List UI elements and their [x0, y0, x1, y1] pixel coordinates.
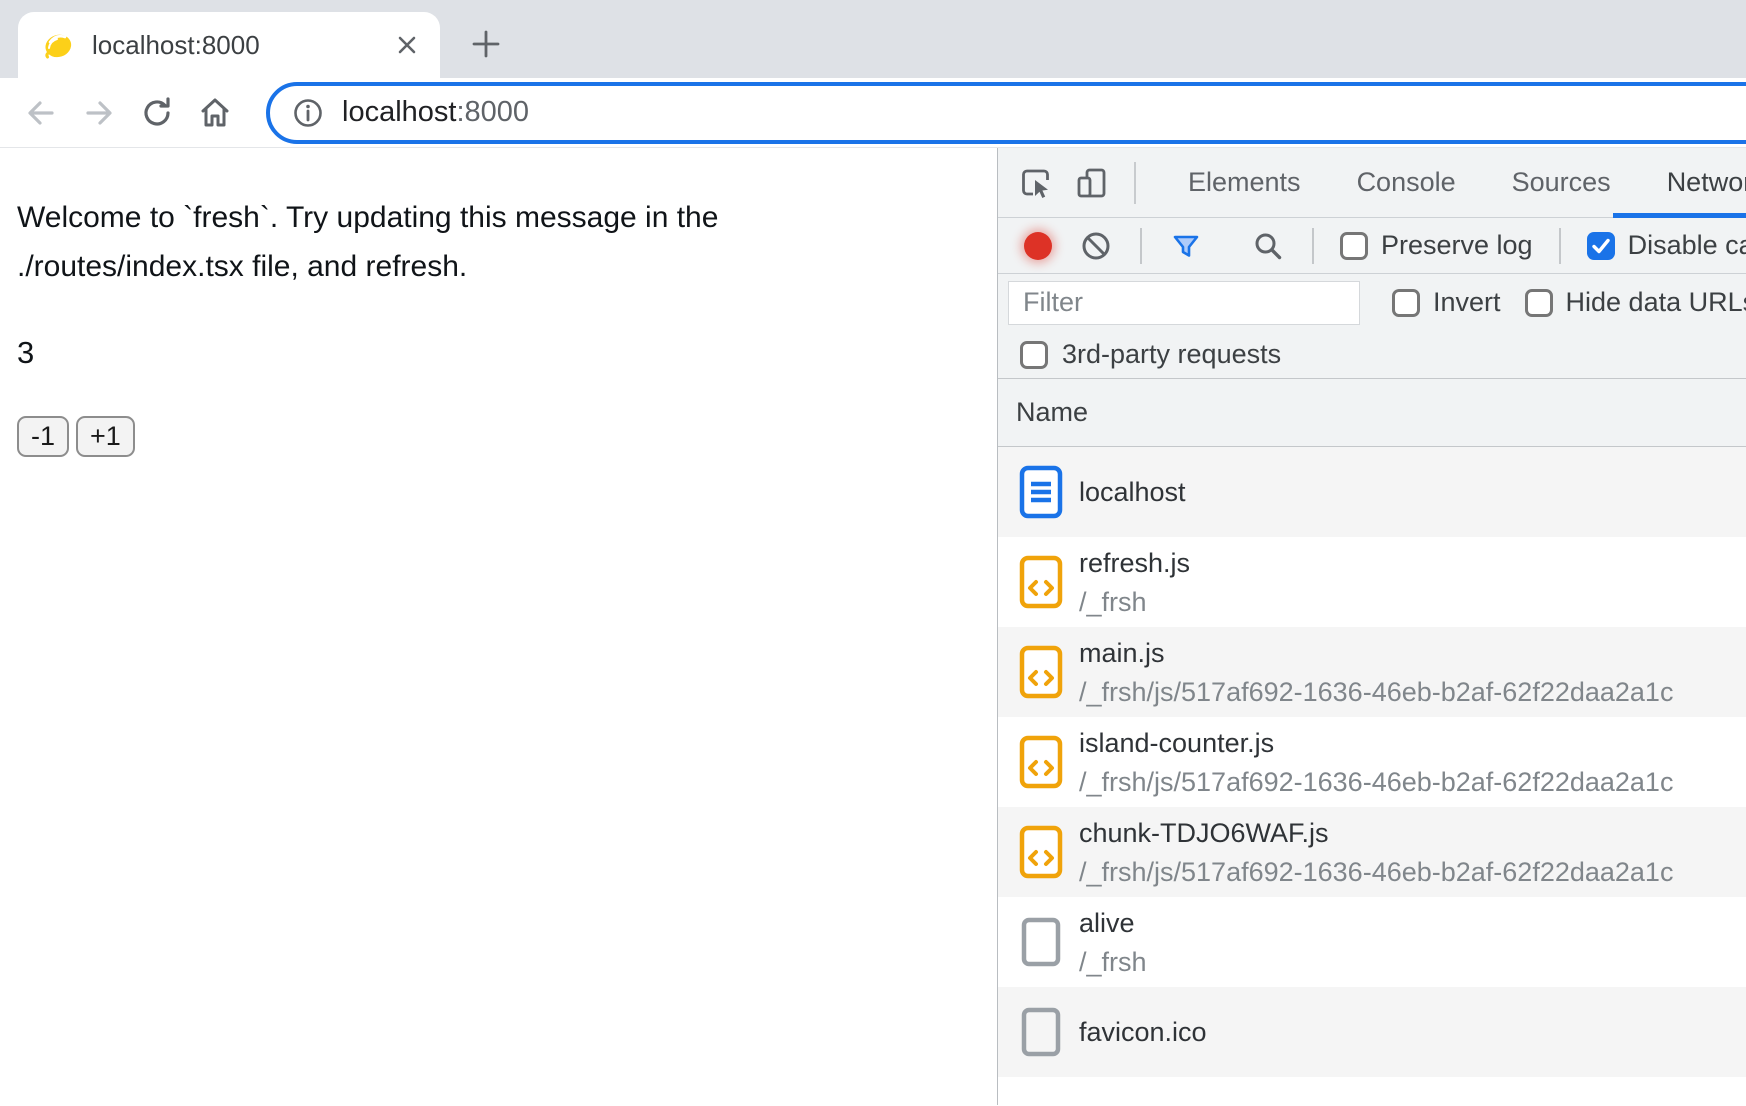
request-row[interactable]: island-counter.js /_frsh/js/517af692-163… — [998, 717, 1746, 807]
filter-input[interactable] — [1008, 281, 1360, 325]
toolbar-divider — [1559, 228, 1561, 264]
filter-funnel-icon[interactable] — [1168, 228, 1204, 264]
welcome-message: Welcome to `fresh`. Try updating this me… — [17, 193, 827, 291]
request-row[interactable]: favicon.ico — [998, 987, 1746, 1077]
request-path: /_frsh — [1079, 584, 1190, 620]
request-row[interactable]: alive /_frsh — [998, 897, 1746, 987]
tab-strip: localhost:8000 — [0, 0, 1746, 78]
invert-option[interactable]: Invert — [1392, 287, 1501, 318]
request-path: /_frsh/js/517af692-1636-46eb-b2af-62f22d… — [1079, 674, 1673, 710]
document-icon — [1019, 464, 1063, 520]
request-row[interactable]: chunk-TDJO6WAF.js /_frsh/js/517af692-163… — [998, 807, 1746, 897]
search-icon[interactable] — [1250, 228, 1286, 264]
reload-icon[interactable] — [138, 94, 176, 132]
preserve-log-option[interactable]: Preserve log — [1340, 230, 1533, 261]
decrement-button[interactable]: -1 — [17, 416, 69, 457]
request-path: /_frsh/js/517af692-1636-46eb-b2af-62f22d… — [1079, 854, 1673, 890]
request-name: localhost — [1079, 474, 1186, 510]
request-path: /_frsh/js/517af692-1636-46eb-b2af-62f22d… — [1079, 764, 1673, 800]
request-name: refresh.js — [1079, 545, 1190, 581]
request-name: chunk-TDJO6WAF.js — [1079, 815, 1673, 851]
network-toolbar: Preserve log Disable cache — [998, 218, 1746, 274]
url-text: localhost:8000 — [342, 96, 529, 129]
web-page-content: Welcome to `fresh`. Try updating this me… — [0, 148, 997, 1105]
disable-cache-label: Disable cache — [1628, 230, 1746, 261]
toolbar-divider — [1134, 162, 1136, 204]
toolbar-divider — [1140, 228, 1142, 264]
network-request-list: localhost refresh.js /_frsh — [998, 447, 1746, 1105]
request-name: main.js — [1079, 635, 1673, 671]
third-party-requests-option[interactable]: 3rd-party requests — [998, 331, 1746, 378]
home-icon[interactable] — [196, 94, 234, 132]
request-name: alive — [1079, 905, 1147, 941]
request-name: island-counter.js — [1079, 725, 1673, 761]
record-icon[interactable] — [1024, 232, 1052, 260]
inspect-cursor-icon[interactable] — [1018, 165, 1054, 201]
third-party-requests-label: 3rd-party requests — [1062, 339, 1281, 370]
clear-icon[interactable] — [1078, 228, 1114, 264]
invert-label: Invert — [1433, 287, 1501, 318]
address-bar[interactable]: localhost:8000 — [266, 82, 1746, 144]
script-icon — [1019, 734, 1063, 790]
tab-sources[interactable]: Sources — [1484, 148, 1639, 217]
preserve-log-checkbox[interactable] — [1340, 232, 1368, 260]
request-row[interactable]: main.js /_frsh/js/517af692-1636-46eb-b2a… — [998, 627, 1746, 717]
script-icon — [1019, 554, 1063, 610]
tab-console[interactable]: Console — [1329, 148, 1484, 217]
request-row[interactable]: refresh.js /_frsh — [998, 537, 1746, 627]
request-name: favicon.ico — [1079, 1014, 1207, 1050]
counter-value: 3 — [17, 335, 997, 371]
file-icon — [1019, 1004, 1063, 1060]
tab-close-icon[interactable] — [390, 28, 424, 62]
script-icon — [1019, 824, 1063, 880]
network-filter-bar: Invert Hide data URLs — [998, 274, 1746, 331]
disable-cache-checkbox[interactable] — [1587, 232, 1615, 260]
script-icon — [1019, 644, 1063, 700]
preserve-log-label: Preserve log — [1381, 230, 1533, 261]
back-icon[interactable] — [22, 94, 60, 132]
tab-elements[interactable]: Elements — [1160, 148, 1329, 217]
counter-buttons: -1 +1 — [17, 416, 997, 457]
site-info-icon[interactable] — [292, 97, 324, 129]
lemon-favicon-icon — [42, 29, 74, 61]
browser-tab[interactable]: localhost:8000 — [18, 12, 440, 78]
toolbar-divider — [1312, 228, 1314, 264]
hide-data-urls-option[interactable]: Hide data URLs — [1525, 287, 1746, 318]
new-tab-icon[interactable] — [466, 24, 506, 64]
file-icon — [1019, 914, 1063, 970]
invert-checkbox[interactable] — [1392, 289, 1420, 317]
tab-title: localhost:8000 — [92, 30, 390, 61]
hide-data-urls-label: Hide data URLs — [1566, 287, 1746, 318]
hide-data-urls-checkbox[interactable] — [1525, 289, 1553, 317]
disable-cache-option[interactable]: Disable cache — [1587, 230, 1746, 261]
third-party-requests-checkbox[interactable] — [1020, 341, 1048, 369]
request-path: /_frsh — [1079, 944, 1147, 980]
browser-toolbar: localhost:8000 — [0, 78, 1746, 148]
device-toolbar-icon[interactable] — [1074, 165, 1110, 201]
url-port: :8000 — [456, 96, 529, 128]
tab-network[interactable]: Network — [1639, 148, 1746, 217]
active-tab-underline — [1613, 213, 1746, 218]
forward-icon[interactable] — [80, 94, 118, 132]
request-row[interactable]: localhost — [998, 447, 1746, 537]
increment-button[interactable]: +1 — [76, 416, 135, 457]
url-host: localhost — [342, 96, 456, 128]
devtools-tab-bar: Elements Console Sources Network — [998, 148, 1746, 218]
browser-window: localhost:8000 — [0, 0, 1746, 1106]
name-column-header[interactable]: Name — [998, 378, 1746, 447]
devtools-panel: Elements Console Sources Network — [997, 148, 1746, 1105]
